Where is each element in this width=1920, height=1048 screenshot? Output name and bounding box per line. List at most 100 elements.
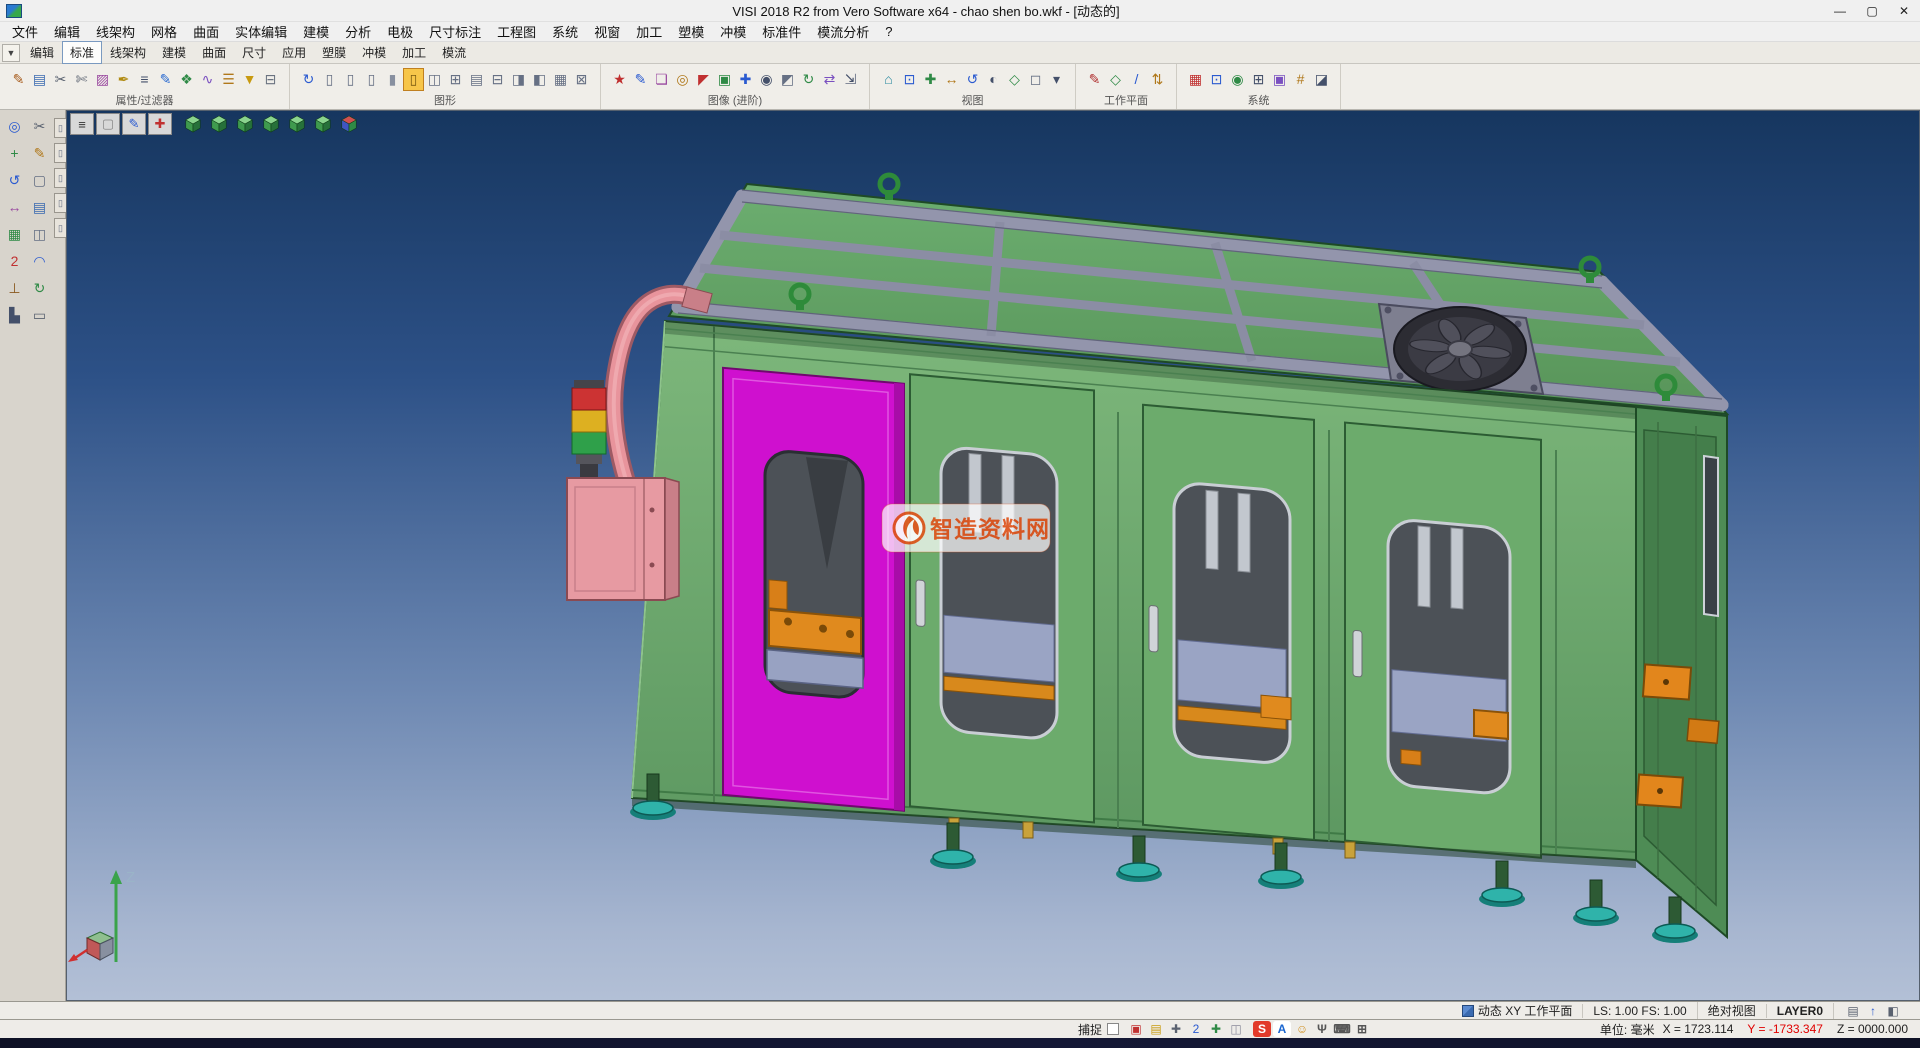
- panel-tool-icon[interactable]: ◫: [28, 222, 51, 246]
- status-two-icon[interactable]: 2: [1187, 1021, 1205, 1037]
- view-cube-iso-2[interactable]: [207, 113, 231, 135]
- status-red-tool-icon[interactable]: ▣: [1127, 1021, 1145, 1037]
- shade-mode-2-icon[interactable]: ▯: [340, 68, 361, 91]
- workplane-indicator[interactable]: 动态 XY 工作平面: [1452, 1002, 1582, 1019]
- 网格[interactable]: 网格: [143, 20, 185, 43]
- 尺寸[interactable]: 尺寸: [234, 41, 274, 64]
- 工程图[interactable]: 工程图: [489, 20, 544, 43]
- grid-settings-icon[interactable]: #: [1290, 68, 1311, 91]
- curve-filter-icon[interactable]: ∿: [197, 68, 218, 91]
- ime-mode-icon[interactable]: A: [1273, 1021, 1291, 1037]
- ?[interactable]: ?: [877, 22, 900, 41]
- door-2[interactable]: [910, 374, 1094, 822]
- machine-right-face[interactable]: [1636, 407, 1727, 937]
- status-gray-icon[interactable]: ◫: [1227, 1021, 1245, 1037]
- 尺寸标注[interactable]: 尺寸标注: [421, 20, 489, 43]
- snap-point-icon[interactable]: +: [3, 141, 26, 165]
- image-mirror-icon[interactable]: ⇄: [819, 68, 840, 91]
- ime-emoji-icon[interactable]: ☺: [1293, 1021, 1311, 1037]
- zoom-all-icon[interactable]: ⌂: [878, 68, 899, 91]
- 塑膜[interactable]: 塑膜: [314, 41, 354, 64]
- funnel-filter-icon[interactable]: ▼: [239, 68, 260, 91]
- cut-attributes-icon[interactable]: ✄: [71, 68, 92, 91]
- view-cube-iso-6[interactable]: [311, 113, 335, 135]
- shade-mode-4-icon[interactable]: ▮: [382, 68, 403, 91]
- monitor-icon[interactable]: ⊡: [1206, 68, 1227, 91]
- image-layers-icon[interactable]: ❏: [651, 68, 672, 91]
- previous-view-icon[interactable]: ◐: [983, 68, 1004, 91]
- image-flag-icon[interactable]: ◤: [693, 68, 714, 91]
- shaded-icon[interactable]: ▤: [466, 68, 487, 91]
- wireframe-icon[interactable]: ◫: [424, 68, 445, 91]
- status-gear-icon[interactable]: ✚: [1167, 1021, 1185, 1037]
- maximize-button[interactable]: ▢: [1856, 0, 1888, 21]
- axis-toggle-icon[interactable]: ✚: [148, 113, 172, 135]
- door-3[interactable]: [1143, 405, 1314, 840]
- arc-tool-icon[interactable]: ◠: [28, 249, 51, 273]
- display-list-icon[interactable]: ≡: [70, 113, 94, 135]
- 冲模[interactable]: 冲模: [712, 20, 754, 43]
- globe-icon[interactable]: ◉: [1227, 68, 1248, 91]
- 加工[interactable]: 加工: [394, 41, 434, 64]
- layer-filter-icon[interactable]: ❖: [176, 68, 197, 91]
- 应用[interactable]: 应用: [274, 41, 314, 64]
- 曲面[interactable]: 曲面: [194, 41, 234, 64]
- x-shade-icon[interactable]: ⊠: [571, 68, 592, 91]
- view-cube-iso-5[interactable]: [285, 113, 309, 135]
- snap-checkbox[interactable]: [1107, 1023, 1119, 1035]
- zoom-window-icon[interactable]: ⊡: [899, 68, 920, 91]
- 电极[interactable]: 电极: [379, 20, 421, 43]
- shade-active-icon[interactable]: ▯: [403, 68, 424, 91]
- ime-toolbox-icon[interactable]: ⊞: [1353, 1021, 1371, 1037]
- list-filter-icon[interactable]: ☰: [218, 68, 239, 91]
- section-shade-icon[interactable]: ◧: [529, 68, 550, 91]
- machine-3d-model[interactable]: 智造资料网 Z: [66, 110, 1920, 1001]
- ime-mic-icon[interactable]: Ψ: [1313, 1021, 1331, 1037]
- status-msg-icon[interactable]: ◧: [1884, 1003, 1902, 1019]
- dynamic-view-icon[interactable]: ✚: [920, 68, 941, 91]
- 文件[interactable]: 文件: [4, 20, 46, 43]
- 分析[interactable]: 分析: [337, 20, 379, 43]
- rotate-view-icon[interactable]: ↺: [962, 68, 983, 91]
- image-target-icon[interactable]: ◎: [672, 68, 693, 91]
- shade-mode-3-icon[interactable]: ▯: [361, 68, 382, 91]
- workplane-edit-icon[interactable]: ✎: [1084, 68, 1105, 91]
- door-4[interactable]: [1345, 423, 1541, 858]
- redo-tool-icon[interactable]: ↻: [28, 276, 51, 300]
- 线架构[interactable]: 线架构: [102, 41, 154, 64]
- rotate-tool-icon[interactable]: ↺: [3, 168, 26, 192]
- measure-tool-icon[interactable]: ⊥: [3, 276, 26, 300]
- shade-mode-1-icon[interactable]: ▯: [319, 68, 340, 91]
- layers-tool-icon[interactable]: ▤: [28, 195, 51, 219]
- named-view-icon[interactable]: ▾: [1046, 68, 1067, 91]
- cooling-fan[interactable]: [1379, 304, 1543, 394]
- active-layer[interactable]: LAYER0: [1766, 1004, 1833, 1018]
- mesh-tool-icon[interactable]: ▦: [3, 222, 26, 246]
- electrical-box[interactable]: [567, 478, 679, 600]
- workplane-align-icon[interactable]: /: [1126, 68, 1147, 91]
- image-edit-icon[interactable]: ✎: [630, 68, 651, 91]
- magenta-door[interactable]: [723, 368, 904, 811]
- 编辑[interactable]: 编辑: [22, 41, 62, 64]
- two-tool-icon[interactable]: 2: [3, 249, 26, 273]
- workplane-flip-icon[interactable]: ⇅: [1147, 68, 1168, 91]
- box-tool-icon[interactable]: ▢: [28, 168, 51, 192]
- pan-view-icon[interactable]: ↔: [941, 68, 962, 91]
- 3d-viewport[interactable]: ≡▢✎✚: [66, 110, 1920, 1001]
- rendered-icon[interactable]: ⊟: [487, 68, 508, 91]
- print-tool-icon[interactable]: ▭: [28, 303, 51, 327]
- copy-attributes-icon[interactable]: ✂: [50, 68, 71, 91]
- ime-keyboard-icon[interactable]: ⌨: [1333, 1021, 1351, 1037]
- line-weight-icon[interactable]: ≡: [134, 68, 155, 91]
- 塑模[interactable]: 塑模: [670, 20, 712, 43]
- image-box-icon[interactable]: ▣: [714, 68, 735, 91]
- 加工[interactable]: 加工: [628, 20, 670, 43]
- 模流[interactable]: 模流: [434, 41, 474, 64]
- view-mode-indicator[interactable]: 绝对视图: [1697, 1002, 1766, 1019]
- pen-style-icon[interactable]: ✒: [113, 68, 134, 91]
- 标准件[interactable]: 标准件: [754, 20, 809, 43]
- 实体编辑[interactable]: 实体编辑: [227, 20, 295, 43]
- view-cube-colored[interactable]: [337, 113, 361, 135]
- regen-icon[interactable]: ↻: [298, 68, 319, 91]
- grid-shade-icon[interactable]: ▦: [550, 68, 571, 91]
